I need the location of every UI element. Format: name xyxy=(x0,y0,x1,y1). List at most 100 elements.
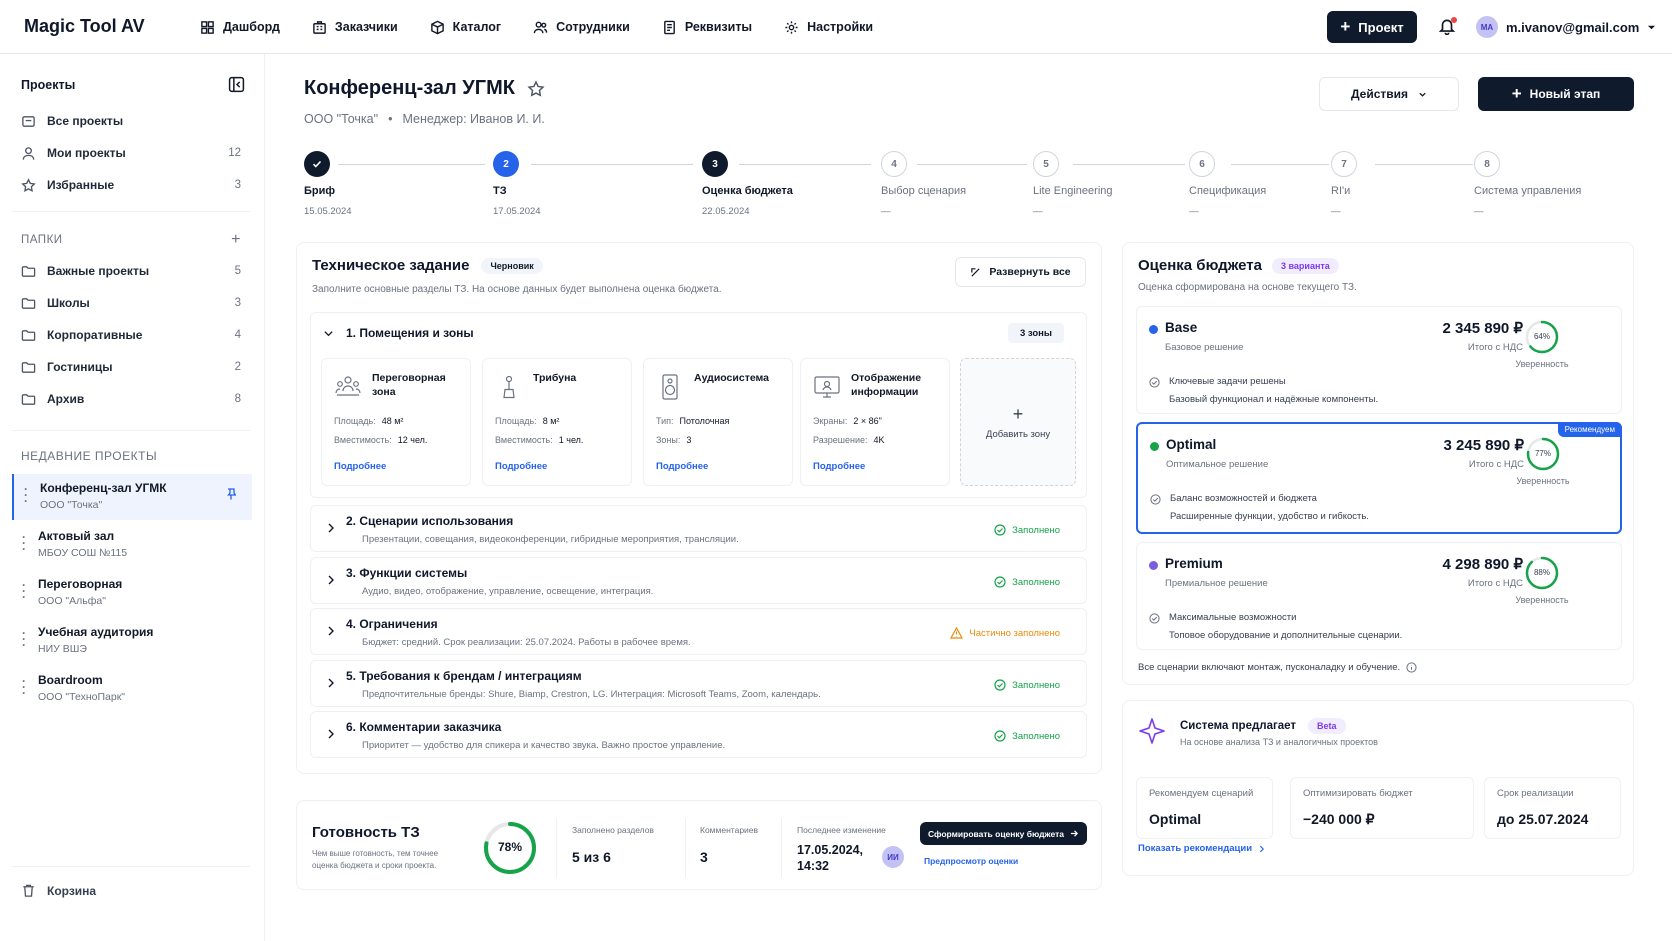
suggest-title: Система предлагает xyxy=(1180,720,1297,732)
expand-all-button[interactable]: Развернуть все xyxy=(955,257,1086,287)
tz-section-limitations[interactable]: 4. Ограничения Бюджет: средний. Срок реа… xyxy=(310,608,1087,655)
users-icon xyxy=(533,21,548,33)
sidebar-item-trash[interactable]: Корзина xyxy=(21,883,96,898)
sidebar-item-favorites[interactable]: Избранные 3 xyxy=(21,175,241,195)
document-icon xyxy=(663,20,675,34)
recent-project-assembly-hall[interactable]: · · · Актовый зал МБОУ СОШ №115 xyxy=(12,522,252,568)
nav-settings[interactable]: Настройки xyxy=(784,20,873,35)
tz-section-comments[interactable]: 6. Комментарии заказчика Приоритет — удо… xyxy=(310,711,1087,758)
recommend-value: до 25.07.2024 xyxy=(1497,811,1589,827)
new-project-button[interactable]: + Проект xyxy=(1327,11,1417,43)
vat-label: Итого с НДС xyxy=(1467,342,1523,353)
sidebar-item-label: Гостиницы xyxy=(47,360,113,374)
tz-section-brands[interactable]: 5. Требования к брендам / интеграциям Пр… xyxy=(310,660,1087,707)
avatar: MA xyxy=(1476,16,1498,38)
zone-details-link[interactable]: Подробнее xyxy=(813,461,865,472)
nav-customers[interactable]: Заказчики xyxy=(312,20,398,35)
drag-handle-icon[interactable]: · · · xyxy=(22,627,26,651)
sidebar-item-count: 2 xyxy=(234,361,241,373)
recommended-badge: Рекомендуем xyxy=(1557,422,1622,437)
sidebar-folder-schools[interactable]: Школы 3 xyxy=(21,293,241,313)
info-icon[interactable] xyxy=(1406,662,1417,673)
sidebar-item-label: Важные проекты xyxy=(47,264,150,278)
check-circle-icon xyxy=(994,524,1006,536)
recommend-scenario-box[interactable]: Рекомендуем сценарий Optimal xyxy=(1136,777,1273,839)
nav-requisites[interactable]: Реквизиты xyxy=(662,20,752,35)
suggest-description: На основе анализа ТЗ и аналогичных проек… xyxy=(1180,737,1378,747)
check-circle-icon xyxy=(994,576,1006,588)
actions-dropdown[interactable]: Действия xyxy=(1319,77,1459,111)
chevron-down-icon[interactable] xyxy=(323,328,334,339)
trash-icon xyxy=(23,884,34,897)
generate-budget-button[interactable]: Сформировать оценку бюджета xyxy=(920,822,1087,845)
variant-premium[interactable]: Premium Премиальное решение 4 298 890 ₽ … xyxy=(1136,542,1622,650)
collapse-sidebar-icon[interactable] xyxy=(228,76,245,93)
nav-label: Реквизиты xyxy=(684,20,753,34)
zone-details-link[interactable]: Подробнее xyxy=(495,461,547,472)
variant-optimal[interactable]: Рекомендуем Optimal Оптимальное решение … xyxy=(1136,422,1622,534)
zone-card-tribune[interactable]: Трибуна Площадь: 8 м² Вместимость: 1 чел. … xyxy=(482,358,632,486)
recent-section-title: НЕДАВНИЕ ПРОЕКТЫ xyxy=(21,449,241,463)
recent-project-ugmk[interactable]: · · · Конференц-зал УГМК ООО "Точка" xyxy=(12,474,252,520)
drag-handle-icon[interactable]: · · · xyxy=(22,579,26,603)
star-icon[interactable] xyxy=(527,79,545,98)
sidebar-item-label: Все проекты xyxy=(47,114,124,128)
notifications-button[interactable] xyxy=(1438,17,1458,37)
recommend-label: Срок реализации xyxy=(1497,788,1574,799)
budget-title: Оценка бюджета xyxy=(1138,257,1262,274)
zone-details-link[interactable]: Подробнее xyxy=(656,461,708,472)
drag-handle-icon[interactable]: · · · xyxy=(24,483,28,507)
nav-employees[interactable]: Сотрудники xyxy=(533,20,630,35)
zone-param: Зоны: 3 xyxy=(656,435,691,445)
beta-badge: Beta xyxy=(1308,718,1346,734)
zone-title: Аудиосистема xyxy=(694,372,770,384)
check-circle-icon xyxy=(1150,494,1161,505)
confidence-percent: 77% xyxy=(1534,449,1551,458)
pin-icon[interactable] xyxy=(226,488,236,500)
sidebar-item-my-projects[interactable]: Мои проекты 12 xyxy=(21,143,241,163)
zone-details-link[interactable]: Подробнее xyxy=(334,461,386,472)
zones-section-title: 1. Помещения и зоны xyxy=(346,326,474,340)
step-number: 3 xyxy=(702,151,728,177)
sidebar-folder-hotels[interactable]: Гостиницы 2 xyxy=(21,357,241,377)
sidebar-folder-archive[interactable]: Архив 8 xyxy=(21,389,241,409)
user-menu[interactable]: MA m.ivanov@gmail.com xyxy=(1476,16,1656,38)
step-date: — xyxy=(1474,206,1484,217)
zone-card-meeting[interactable]: Переговорная зона Площадь: 48 м² Вместимо… xyxy=(321,358,471,486)
sidebar-folder-important[interactable]: Важные проекты 5 xyxy=(21,261,241,281)
preview-estimate-link[interactable]: Предпросмотр оценки xyxy=(924,856,1018,866)
deadline-box[interactable]: Срок реализации до 25.07.2024 xyxy=(1484,777,1621,839)
optimize-budget-box[interactable]: Оптимизировать бюджет −240 000 ₽ xyxy=(1290,777,1474,839)
section-title: 5. Требования к брендам / интеграциям xyxy=(346,669,582,683)
nav-dashboard[interactable]: Дашборд xyxy=(200,20,280,35)
sidebar-item-count: 8 xyxy=(234,393,241,405)
param-value: 8 м² xyxy=(542,416,560,426)
nav-catalog[interactable]: Каталог xyxy=(430,20,501,35)
tz-section-scenarios[interactable]: 2. Сценарии использования Презентации, с… xyxy=(310,505,1087,552)
recent-project-classroom[interactable]: · · · Учебная аудитория НИУ ВШЭ xyxy=(12,618,252,664)
variant-base[interactable]: Base Базовое решение 2 345 890 ₽ Итого с… xyxy=(1136,306,1622,414)
zone-param: Тип: Потолочная xyxy=(656,416,729,426)
new-stage-button[interactable]: + Новый этап xyxy=(1478,77,1634,111)
recent-project-boardroom[interactable]: · · · Boardroom ООО "ТехноПарк" xyxy=(12,666,252,712)
sidebar-folder-corporate[interactable]: Корпоративные 4 xyxy=(21,325,241,345)
expand-all-label: Развернуть все xyxy=(989,266,1071,278)
drag-handle-icon[interactable]: · · · xyxy=(22,675,26,699)
sidebar-item-count: 5 xyxy=(234,265,241,277)
add-zone-button[interactable]: + Добавить зону xyxy=(960,358,1076,486)
readiness-percent: 78% xyxy=(497,840,523,854)
tz-section-functions[interactable]: 3. Функции системы Аудио, видео, отображ… xyxy=(310,557,1087,604)
step-label: RI'и xyxy=(1331,185,1351,197)
dashboard-icon xyxy=(201,20,214,34)
plus-icon: + xyxy=(1012,404,1024,424)
building-icon xyxy=(313,20,326,34)
show-recommendations-link[interactable]: Показать рекомендации xyxy=(1138,843,1266,854)
zone-card-display[interactable]: Отображение информации Экраны: 2 × 86" Ра… xyxy=(800,358,950,486)
drag-handle-icon[interactable]: · · · xyxy=(22,531,26,555)
add-folder-icon[interactable]: + xyxy=(231,231,241,249)
app-logo[interactable]: Magic Tool AV xyxy=(24,16,145,37)
readiness-title: Готовность ТЗ xyxy=(312,824,420,841)
zone-card-audio[interactable]: Аудиосистема Тип: Потолочная Зоны: 3 Подро… xyxy=(643,358,793,486)
recent-project-meeting-room[interactable]: · · · Переговорная ООО "Альфа" xyxy=(12,570,252,616)
sidebar-item-all-projects[interactable]: Все проекты xyxy=(21,111,241,131)
